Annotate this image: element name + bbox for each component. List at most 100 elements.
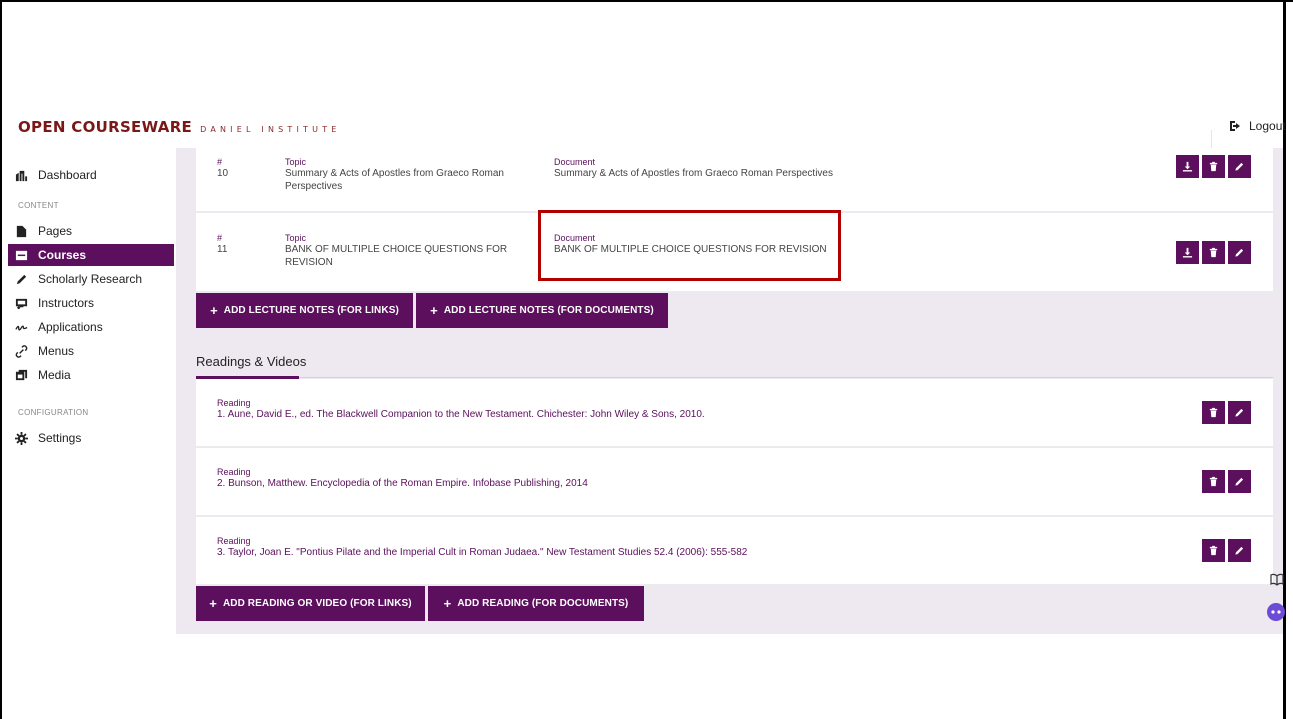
- topic-label: Topic: [285, 233, 307, 243]
- download-icon: [1182, 247, 1193, 258]
- trash-icon: [1209, 247, 1218, 258]
- button-label: ADD READING (FOR DOCUMENTS): [457, 598, 629, 609]
- edit-button[interactable]: [1228, 539, 1251, 562]
- document-value: Summary & Acts of Apostles from Graeco R…: [554, 168, 833, 179]
- row-actions: [1202, 401, 1251, 424]
- sidebar-item-menus[interactable]: Menus: [14, 340, 166, 362]
- plus-icon: +: [209, 596, 217, 611]
- sidebar-item-label: Courses: [38, 248, 87, 262]
- pen-icon: [14, 272, 28, 286]
- sidebar-item-label: Applications: [38, 320, 103, 334]
- topic-value: Summary & Acts of Apostles from Graeco R…: [285, 168, 504, 192]
- add-reading-documents-button[interactable]: + ADD READING (FOR DOCUMENTS): [428, 586, 644, 621]
- reading-value[interactable]: 3. Taylor, Joan E. "Pontius Pilate and t…: [217, 546, 1117, 559]
- brand-sub-text: DANIEL INSTITUTE: [200, 125, 341, 134]
- sidebar-section-content: CONTENT: [18, 201, 59, 210]
- document-col: Document Summary & Acts of Apostles from…: [554, 157, 954, 180]
- topic-col: Topic Summary & Acts of Apostles from Gr…: [285, 157, 525, 193]
- topic-label: Topic: [285, 157, 307, 167]
- row-number: 10: [217, 168, 229, 179]
- pencil-icon: [1235, 477, 1244, 486]
- sidebar-item-courses[interactable]: Courses: [8, 244, 174, 266]
- pencil-icon: [1235, 408, 1244, 417]
- pencil-icon: [1235, 546, 1244, 555]
- reading-label: Reading: [217, 467, 251, 477]
- sidebar-item-media[interactable]: Media: [14, 364, 166, 386]
- sidebar: Dashboard CONTENT Pages Courses Scholarl…: [2, 150, 174, 630]
- reading-value[interactable]: 2. Bunson, Matthew. Encyclopedia of the …: [217, 477, 1117, 490]
- table-row: # 10 Topic Summary & Acts of Apostles fr…: [196, 148, 1273, 212]
- add-lecture-notes-links-button[interactable]: + ADD LECTURE NOTES (FOR LINKS): [196, 293, 413, 328]
- chat-bubble-icon[interactable]: [1266, 602, 1286, 622]
- sidebar-item-label: Instructors: [38, 296, 95, 310]
- edit-button[interactable]: [1228, 401, 1251, 424]
- logout-button[interactable]: Logout: [1229, 119, 1286, 133]
- row-actions: [1176, 155, 1251, 178]
- plus-icon: +: [443, 596, 452, 611]
- sidebar-item-applications[interactable]: Applications: [14, 316, 166, 338]
- logout-label: Logout: [1249, 119, 1286, 133]
- trash-icon: [1209, 407, 1218, 418]
- row-number-col: # 11: [217, 233, 227, 256]
- row-actions: [1176, 241, 1251, 264]
- sidebar-item-scholarly-research[interactable]: Scholarly Research: [14, 268, 166, 290]
- button-label: ADD READING OR VIDEO (FOR LINKS): [222, 598, 412, 609]
- row-number-col: # 10: [217, 157, 228, 180]
- download-button[interactable]: [1176, 155, 1199, 178]
- button-label: ADD LECTURE NOTES (FOR DOCUMENTS): [443, 305, 654, 316]
- sidebar-item-pages[interactable]: Pages: [14, 220, 166, 242]
- edit-button[interactable]: [1228, 241, 1251, 264]
- row-actions: [1202, 539, 1251, 562]
- chalkboard-icon: [14, 296, 28, 310]
- edit-button[interactable]: [1228, 470, 1251, 493]
- highlight-box: [538, 210, 841, 281]
- sidebar-item-settings[interactable]: Settings: [14, 427, 166, 449]
- number-label: #: [217, 157, 223, 167]
- plus-icon: +: [210, 303, 218, 318]
- delete-button[interactable]: [1202, 470, 1225, 493]
- frame-top-border: [0, 0, 1293, 2]
- sidebar-item-label: Menus: [38, 344, 75, 358]
- sidebar-item-instructors[interactable]: Instructors: [14, 292, 166, 314]
- reading-label: Reading: [217, 398, 251, 408]
- delete-button[interactable]: [1202, 241, 1225, 264]
- link-icon: [14, 344, 28, 358]
- book-icon: [14, 248, 28, 262]
- sidebar-item-label: Scholarly Research: [38, 272, 143, 286]
- download-icon: [1182, 161, 1193, 172]
- sidebar-item-dashboard[interactable]: Dashboard: [14, 164, 166, 186]
- sidebar-section-configuration: CONFIGURATION: [18, 408, 89, 417]
- gear-icon: [14, 431, 28, 445]
- reading-label: Reading: [217, 536, 251, 546]
- topic-col: Topic BANK OF MULTIPLE CHOICE QUESTIONS …: [285, 233, 515, 269]
- trash-icon: [1209, 545, 1218, 556]
- sidebar-item-label: Dashboard: [38, 168, 97, 182]
- add-reading-video-links-button[interactable]: + ADD READING OR VIDEO (FOR LINKS): [196, 586, 425, 621]
- button-label: ADD LECTURE NOTES (FOR LINKS): [223, 305, 399, 316]
- file-icon: [14, 224, 28, 238]
- list-item: Reading 1. Aune, David E., ed. The Black…: [196, 379, 1273, 447]
- number-label: #: [217, 233, 223, 243]
- edit-button[interactable]: [1228, 155, 1251, 178]
- row-actions: [1202, 470, 1251, 493]
- delete-button[interactable]: [1202, 539, 1225, 562]
- trash-icon: [1209, 476, 1218, 487]
- sign-out-icon: [1230, 121, 1240, 131]
- plus-icon: +: [430, 303, 438, 318]
- pencil-icon: [1235, 162, 1244, 171]
- book-open-icon[interactable]: [1270, 572, 1284, 586]
- delete-button[interactable]: [1202, 155, 1225, 178]
- sidebar-item-label: Media: [38, 368, 71, 382]
- reading-col: Reading 2. Bunson, Matthew. Encyclopedia…: [217, 467, 1117, 490]
- delete-button[interactable]: [1202, 401, 1225, 424]
- download-button[interactable]: [1176, 241, 1199, 264]
- media-icon: [14, 368, 28, 382]
- sidebar-item-label: Settings: [38, 431, 82, 445]
- trash-icon: [1209, 161, 1218, 172]
- sidebar-item-label: Pages: [38, 224, 73, 238]
- top-bar: OPEN COURSEWARE DANIEL INSTITUTE Logout: [2, 106, 1286, 148]
- add-lecture-notes-documents-button[interactable]: + ADD LECTURE NOTES (FOR DOCUMENTS): [416, 293, 668, 328]
- list-item: Reading 3. Taylor, Joan E. "Pontius Pila…: [196, 517, 1273, 585]
- brand-logo[interactable]: OPEN COURSEWARE DANIEL INSTITUTE: [18, 118, 341, 136]
- reading-value[interactable]: 1. Aune, David E., ed. The Blackwell Com…: [217, 408, 1117, 421]
